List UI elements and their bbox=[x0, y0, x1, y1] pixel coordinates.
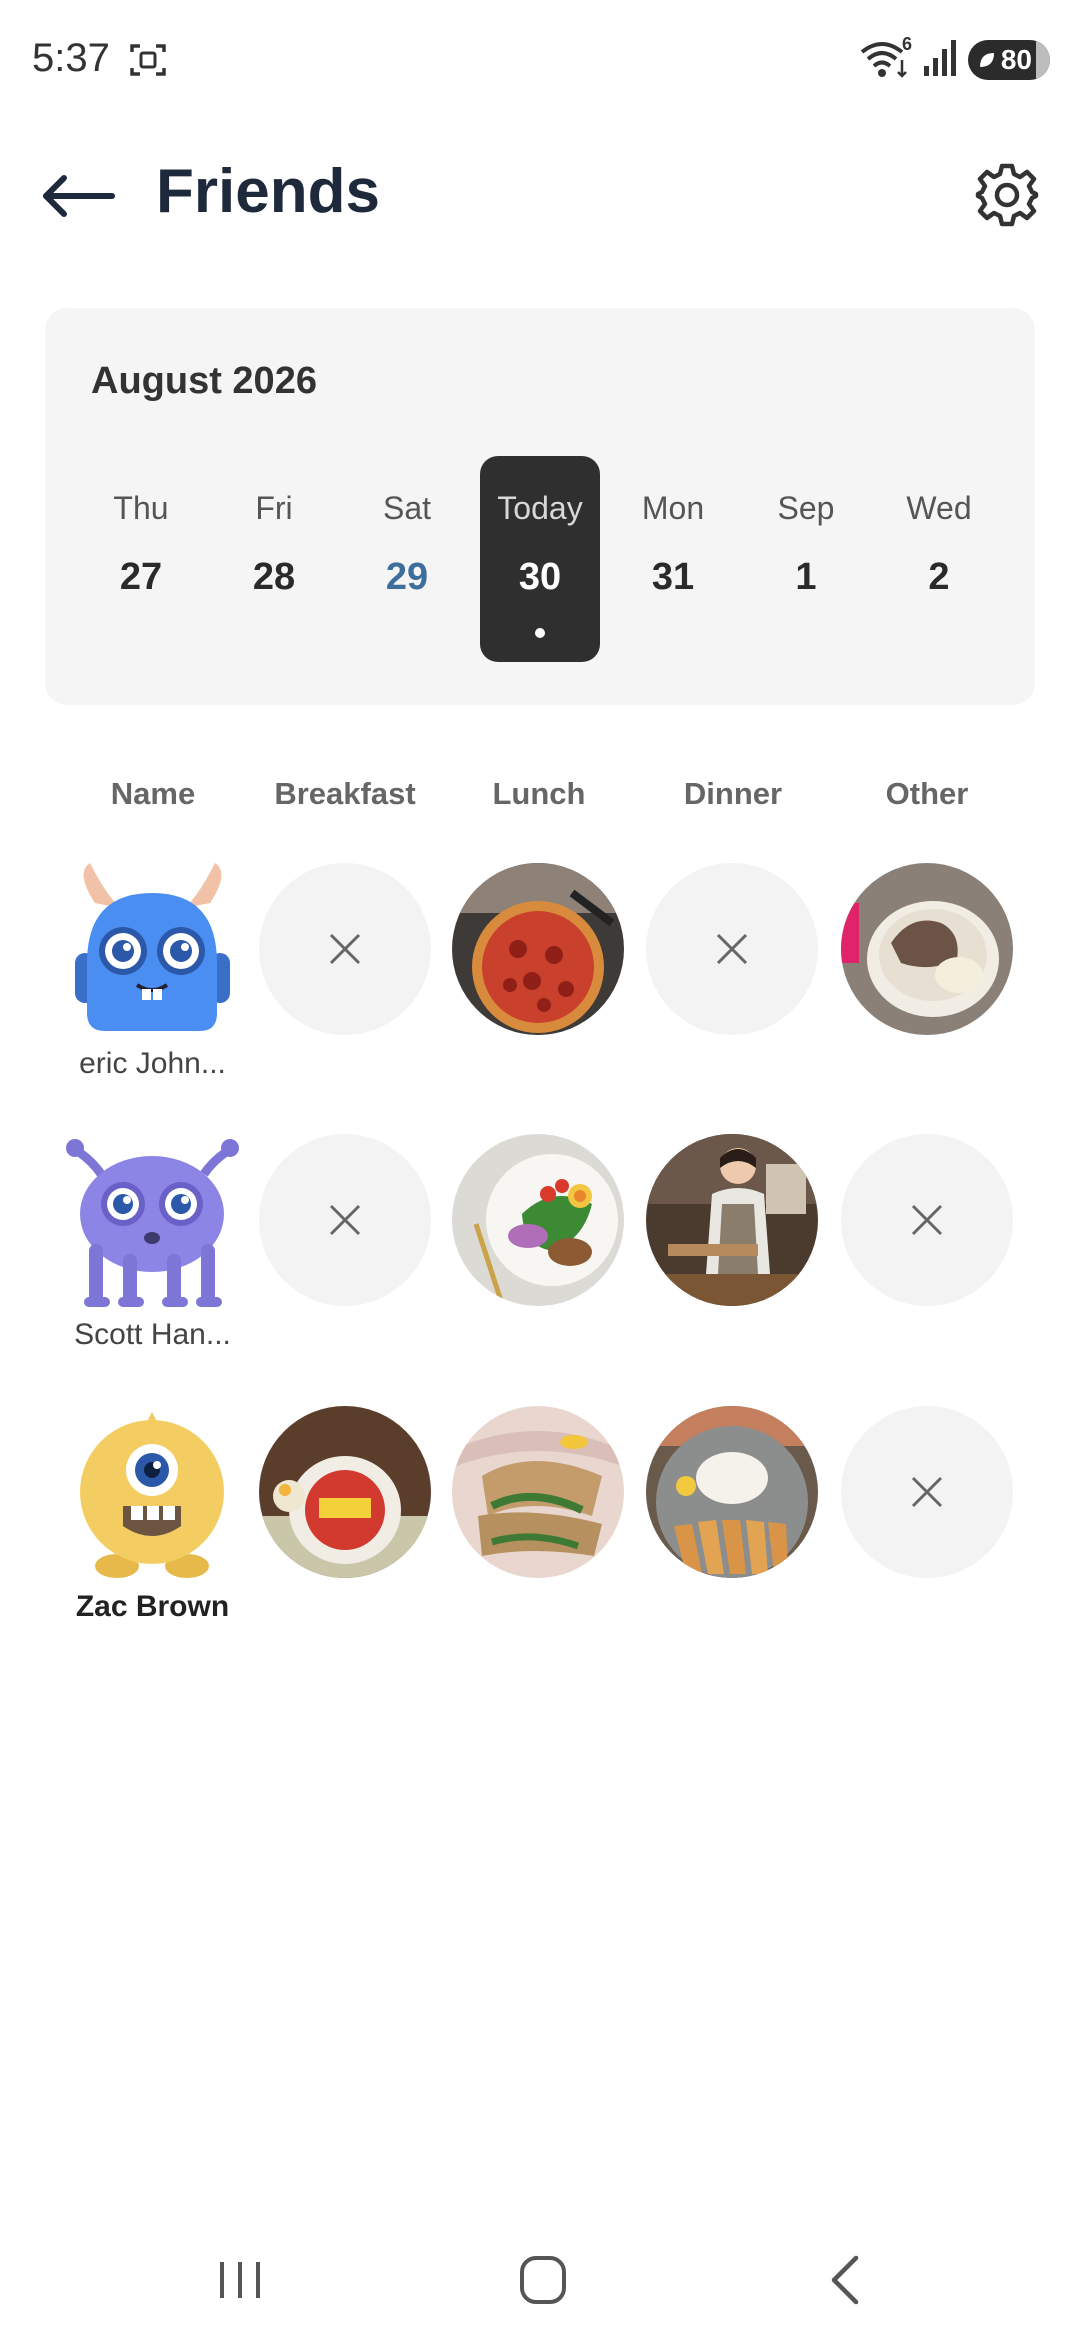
month-label: August 2026 bbox=[91, 360, 317, 402]
yellow-cyclops-monster-avatar bbox=[80, 1412, 224, 1578]
blue-horned-monster-avatar bbox=[75, 863, 230, 1031]
column-header-dinner: Dinner bbox=[683, 776, 783, 811]
close-icon bbox=[329, 1204, 361, 1236]
chef-serving-photo bbox=[646, 1134, 818, 1306]
pizza-photo bbox=[452, 863, 624, 1035]
back-button[interactable] bbox=[40, 168, 120, 224]
wrap-sandwich-photo bbox=[452, 1406, 624, 1578]
column-header-other: Other bbox=[885, 776, 969, 811]
day-item[interactable]: Mon 31 bbox=[613, 456, 733, 662]
friend-name: eric John... bbox=[79, 1047, 226, 1080]
day-of-week: Today bbox=[497, 490, 583, 526]
day-of-week: Wed bbox=[906, 490, 972, 526]
wifi-icon: 6 bbox=[858, 34, 912, 82]
close-icon bbox=[716, 933, 748, 965]
system-back-button[interactable] bbox=[806, 2250, 886, 2310]
meal-photo-dinner[interactable] bbox=[646, 1406, 818, 1578]
day-number: 31 bbox=[651, 556, 695, 598]
day-item[interactable]: Wed 2 bbox=[879, 456, 999, 662]
friend-row[interactable]: Zac Brown bbox=[0, 1406, 1080, 1646]
meal-photo-lunch[interactable] bbox=[452, 1406, 624, 1578]
day-of-week: Sep bbox=[777, 490, 835, 526]
meal-cell-other-empty[interactable] bbox=[841, 1406, 1013, 1578]
recent-apps-button[interactable] bbox=[200, 2250, 280, 2310]
status-icons: 6 80 bbox=[858, 34, 1050, 83]
status-bar: 5:37 6 80 bbox=[0, 0, 1080, 120]
day-of-week: Sat bbox=[382, 490, 432, 526]
friend-name: Scott Han... bbox=[74, 1318, 231, 1351]
day-item-selected[interactable]: Today 30 bbox=[480, 456, 600, 662]
day-item[interactable]: Sep 1 bbox=[746, 456, 866, 662]
day-number: 27 bbox=[119, 556, 163, 598]
meal-cell-dinner-empty[interactable] bbox=[646, 863, 818, 1035]
column-header-lunch: Lunch bbox=[492, 776, 586, 811]
dessert-cup-photo bbox=[841, 863, 1013, 1035]
close-icon bbox=[329, 933, 361, 965]
home-button[interactable] bbox=[502, 2250, 582, 2310]
arrow-left-icon bbox=[43, 175, 115, 217]
home-icon bbox=[520, 2256, 566, 2304]
avatar[interactable] bbox=[65, 1134, 240, 1309]
chevron-left-icon bbox=[831, 2255, 859, 2305]
selected-dot-indicator bbox=[535, 628, 545, 638]
avatar[interactable] bbox=[65, 1406, 240, 1581]
day-of-week: Fri bbox=[255, 490, 293, 526]
recent-apps-icon bbox=[220, 2262, 260, 2298]
tonkatsu-plate-photo bbox=[646, 1406, 818, 1578]
settings-button[interactable] bbox=[974, 162, 1040, 228]
days-row: Thu 27 Fri 28 Sat 29 Today 30 Mon 31 Sep… bbox=[81, 456, 999, 662]
meal-photo-dinner[interactable] bbox=[646, 1134, 818, 1306]
close-icon bbox=[911, 1476, 943, 1508]
battery-indicator: 80 bbox=[968, 40, 1050, 80]
friend-row[interactable]: eric John... bbox=[0, 863, 1080, 1103]
meal-photo-lunch[interactable] bbox=[452, 863, 624, 1035]
meal-photo-other[interactable] bbox=[841, 863, 1013, 1035]
day-item[interactable]: Sat 29 bbox=[347, 456, 467, 662]
friend-name-current-user: Zac Brown bbox=[75, 1590, 230, 1623]
day-number: 29 bbox=[385, 556, 429, 598]
avatar[interactable] bbox=[65, 863, 240, 1038]
leaf-icon bbox=[980, 53, 994, 67]
page-title: Friends bbox=[156, 157, 380, 226]
close-icon bbox=[911, 1204, 943, 1236]
meal-cell-breakfast-empty[interactable] bbox=[259, 863, 431, 1035]
status-time: 5:37 bbox=[32, 36, 110, 80]
day-of-week: Thu bbox=[113, 490, 169, 526]
salad-plate-photo bbox=[452, 1134, 624, 1306]
meal-photo-lunch[interactable] bbox=[452, 1134, 624, 1306]
day-number: 28 bbox=[252, 556, 296, 598]
day-number: 30 bbox=[518, 556, 562, 598]
gear-icon bbox=[975, 163, 1039, 227]
system-nav-bar bbox=[0, 2220, 1080, 2340]
meal-photo-breakfast[interactable] bbox=[259, 1406, 431, 1578]
column-header-breakfast: Breakfast bbox=[274, 776, 416, 811]
meal-table-header: Name Breakfast Lunch Dinner Other bbox=[0, 776, 1080, 826]
day-item[interactable]: Fri 28 bbox=[214, 456, 334, 662]
signal-icon bbox=[922, 38, 958, 83]
screenshot-icon bbox=[128, 40, 168, 80]
meal-cell-other-empty[interactable] bbox=[841, 1134, 1013, 1306]
column-header-name: Name bbox=[110, 776, 196, 811]
day-item[interactable]: Thu 27 bbox=[81, 456, 201, 662]
day-of-week: Mon bbox=[641, 490, 705, 526]
friend-row[interactable]: Scott Han... bbox=[0, 1134, 1080, 1374]
wifi-badge: 6 bbox=[901, 34, 912, 54]
day-number: 2 bbox=[928, 556, 950, 598]
purple-tentacle-monster-avatar bbox=[66, 1139, 239, 1307]
page-header: Friends bbox=[0, 150, 1080, 240]
instant-noodle-cup-photo bbox=[259, 1406, 431, 1578]
day-number: 1 bbox=[795, 556, 817, 598]
meal-cell-breakfast-empty[interactable] bbox=[259, 1134, 431, 1306]
battery-level: 80 bbox=[1000, 44, 1032, 75]
week-calendar: August 2026 Thu 27 Fri 28 Sat 29 Today 3… bbox=[45, 308, 1035, 705]
